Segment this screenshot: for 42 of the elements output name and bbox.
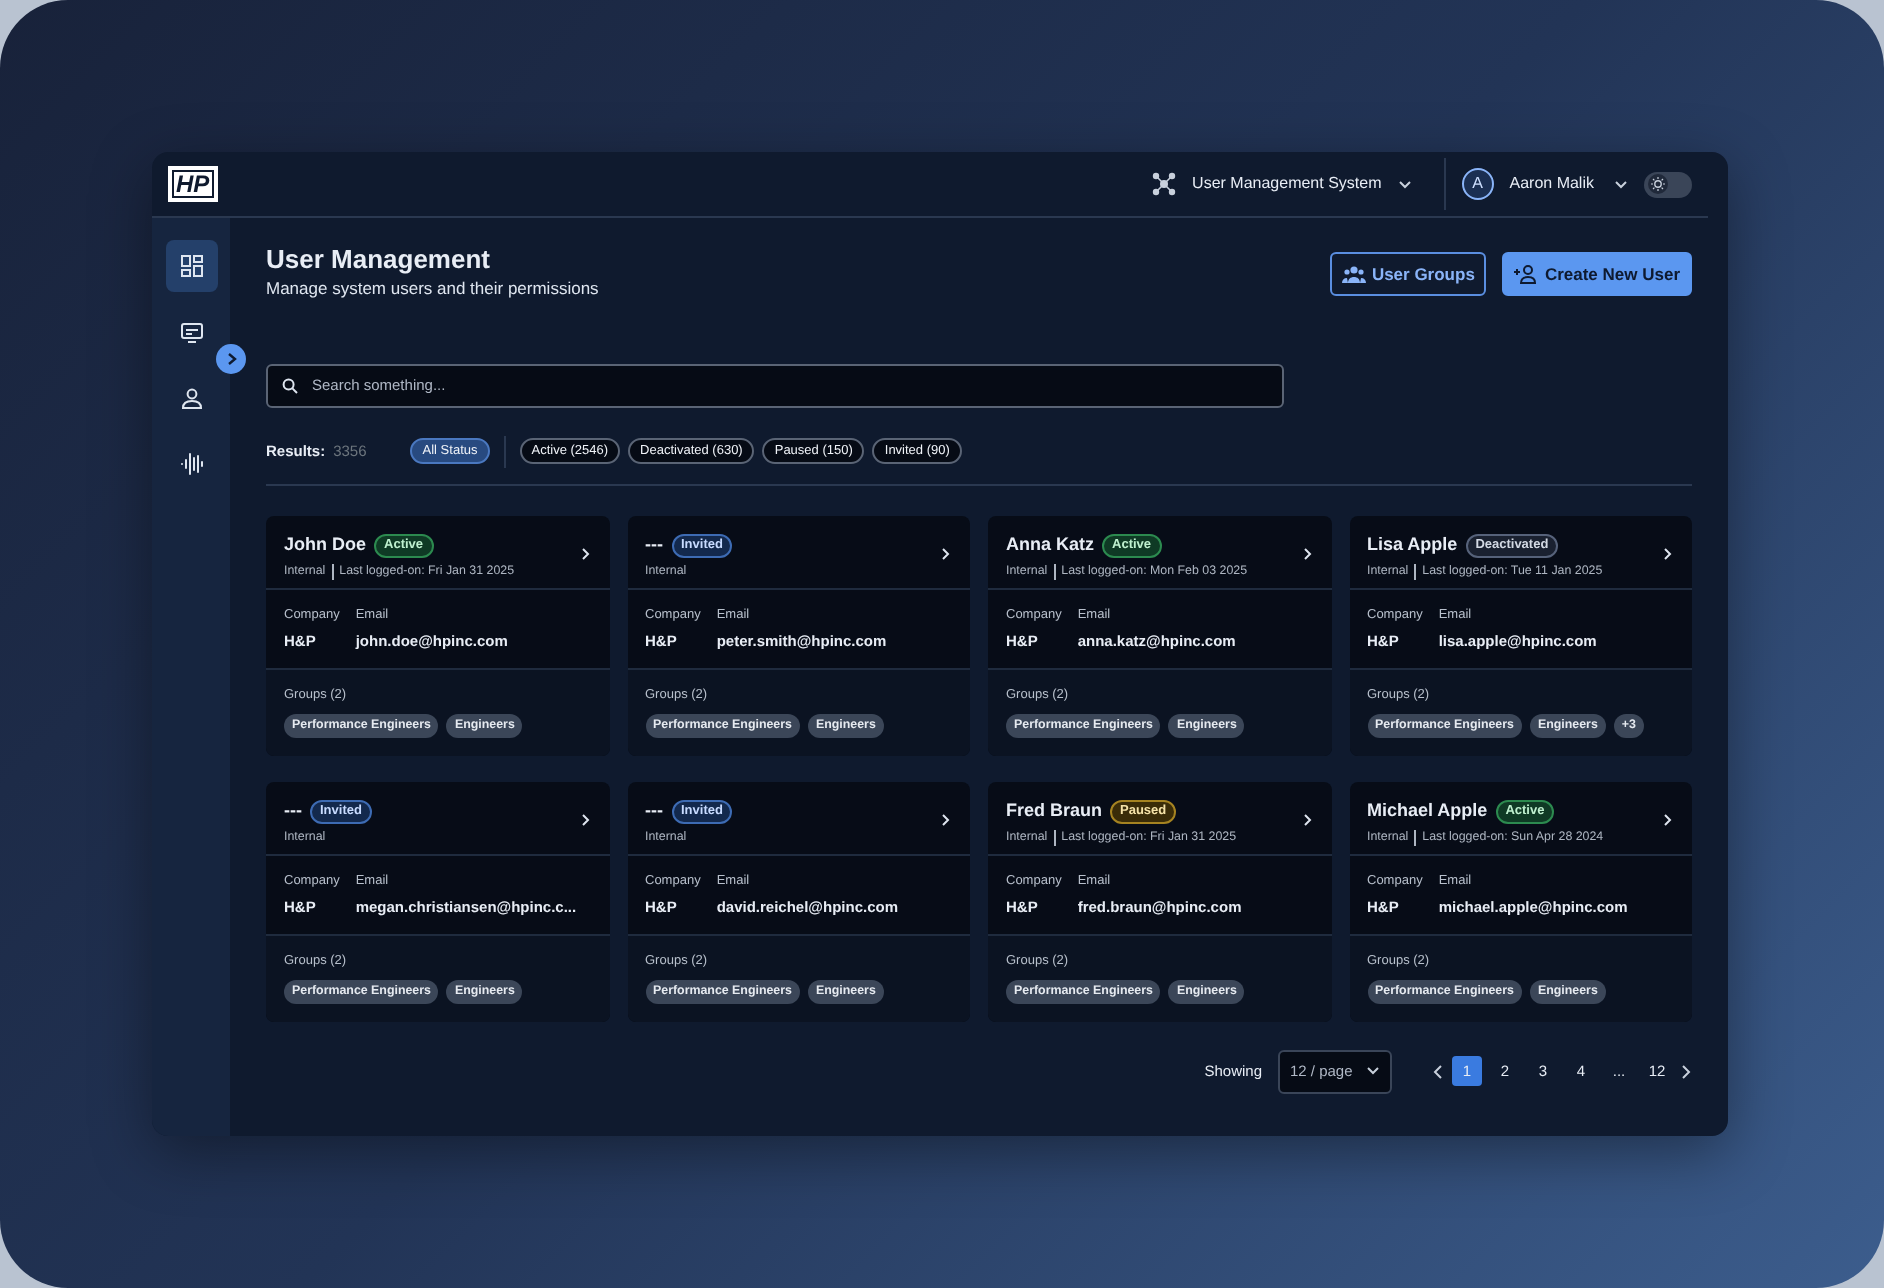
people-icon <box>1341 264 1366 284</box>
user-avatar: A <box>1461 168 1494 200</box>
chevron-right-icon[interactable] <box>1303 547 1311 560</box>
page-title: User Management <box>266 244 492 276</box>
create-user-button[interactable]: Create New User <box>1502 252 1692 296</box>
dashboard-icon <box>179 254 203 278</box>
sun-icon <box>1649 176 1665 192</box>
chevron-down-icon <box>1397 179 1412 189</box>
chevron-down-icon <box>1614 179 1628 189</box>
chevron-down-icon <box>1366 1066 1380 1077</box>
sidebar-item[interactable] <box>165 240 217 292</box>
chevron-right-icon[interactable] <box>942 547 950 560</box>
next-page-icon[interactable] <box>1680 1063 1692 1080</box>
add-person-icon <box>1514 264 1539 284</box>
chevron-right-icon[interactable] <box>1664 547 1672 560</box>
monitor-icon <box>179 320 203 344</box>
waveform-icon <box>179 452 203 476</box>
network-icon <box>1152 172 1177 196</box>
prev-page-icon[interactable] <box>1432 1063 1444 1080</box>
chevron-right-icon[interactable] <box>942 813 950 826</box>
chevron-right-icon <box>225 352 237 366</box>
user-name: John Doe <box>284 531 367 558</box>
chevron-right-icon[interactable] <box>1303 813 1311 826</box>
search-icon <box>282 377 298 394</box>
theme-toggle[interactable] <box>1644 171 1692 197</box>
user-name[interactable]: Aaron Malik <box>1509 172 1594 196</box>
chevron-right-icon[interactable] <box>581 813 589 826</box>
user-name: Fred Braun <box>1006 797 1103 824</box>
expand-button[interactable] <box>216 344 246 374</box>
user-name: Michael Apple <box>1367 797 1488 824</box>
page-subtitle: Manage system users and their permissions <box>266 276 599 302</box>
chevron-right-icon[interactable] <box>581 547 589 560</box>
user-groups-button[interactable]: User Groups <box>1329 252 1487 296</box>
user-name: --- <box>645 797 663 824</box>
user-name: Anna Katz <box>1006 531 1095 558</box>
user-name: Lisa Apple <box>1367 531 1458 558</box>
person-icon <box>179 386 203 410</box>
logo: HP <box>168 166 218 202</box>
system-name[interactable]: User Management System <box>1192 172 1382 196</box>
chevron-right-icon[interactable] <box>1664 813 1672 826</box>
user-name: --- <box>284 797 302 824</box>
user-name: --- <box>645 531 663 558</box>
